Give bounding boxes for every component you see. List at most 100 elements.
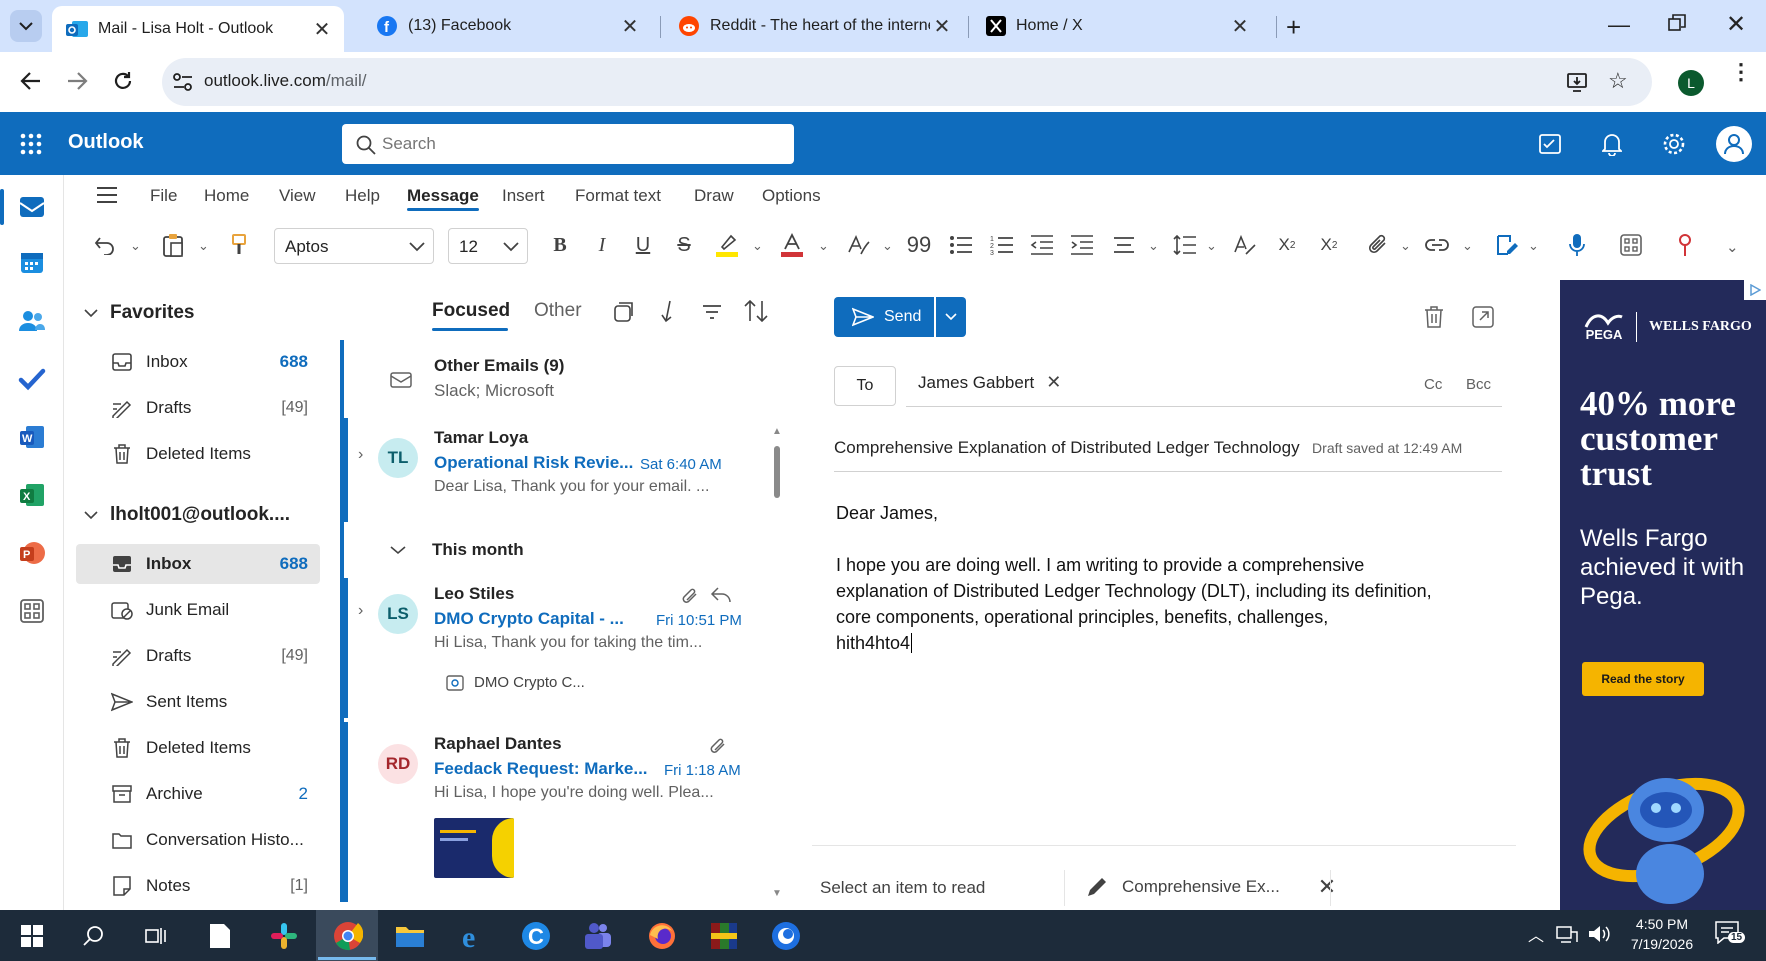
close-tab-icon[interactable]: ✕ xyxy=(310,17,334,42)
back-button[interactable] xyxy=(20,70,42,92)
app-launcher-icon[interactable] xyxy=(20,133,42,155)
apps-button[interactable] xyxy=(1614,228,1648,262)
bold-button[interactable]: B xyxy=(543,228,577,262)
calendar-app-icon[interactable] xyxy=(18,249,46,277)
taskbar-app[interactable] xyxy=(768,918,804,954)
folder-drafts[interactable]: Drafts [49] xyxy=(76,636,320,676)
menu-help[interactable]: Help xyxy=(345,186,380,206)
font-size-select[interactable]: 12 xyxy=(448,228,528,264)
browser-menu-icon[interactable]: ⋮ xyxy=(1730,61,1752,83)
my-day-icon[interactable] xyxy=(1538,133,1562,155)
install-app-icon[interactable] xyxy=(1566,71,1588,93)
expand-thread-icon[interactable]: › xyxy=(358,602,363,620)
subscript-button[interactable]: X2 xyxy=(1270,228,1304,262)
align-button[interactable] xyxy=(1107,228,1141,262)
tab-search-button[interactable] xyxy=(10,10,42,42)
format-painter-button[interactable] xyxy=(222,228,256,262)
gear-icon[interactable] xyxy=(1662,132,1686,156)
link-button[interactable] xyxy=(1420,228,1454,262)
ribbon-expand-icon[interactable]: ⌄ xyxy=(1726,238,1739,256)
taskbar-slack[interactable] xyxy=(266,918,302,954)
people-app-icon[interactable] xyxy=(18,307,46,335)
styles-button[interactable] xyxy=(842,228,876,262)
taskbar-firefox[interactable] xyxy=(644,918,680,954)
to-button[interactable]: To xyxy=(834,366,896,406)
menu-file[interactable]: File xyxy=(150,186,177,206)
taskbar-file-explorer[interactable] xyxy=(392,918,428,954)
sort-icon[interactable] xyxy=(744,300,768,322)
search-box[interactable] xyxy=(342,124,794,164)
bookmark-star-icon[interactable]: ☆ xyxy=(1608,68,1628,94)
menu-home[interactable]: Home xyxy=(204,186,249,206)
group-header-this-month[interactable]: This month xyxy=(390,540,524,560)
send-button[interactable]: Send xyxy=(834,297,934,337)
account-header[interactable]: lholt001@outlook.... xyxy=(84,504,290,526)
editor-button[interactable] xyxy=(1490,228,1524,262)
subject-field[interactable]: Comprehensive Explanation of Distributed… xyxy=(834,438,1502,472)
mail-app-icon[interactable] xyxy=(18,193,46,221)
folder-deleted-fav[interactable]: Deleted Items xyxy=(76,434,320,474)
tab-outlook[interactable]: Mail - Lisa Holt - Outlook ✕ xyxy=(52,6,344,52)
folder-deleted[interactable]: Deleted Items xyxy=(76,728,320,768)
attachment-thumbnail[interactable] xyxy=(434,818,514,878)
tab-reddit[interactable]: Reddit - The heart of the interne ✕ xyxy=(664,8,964,44)
ad-choices-icon[interactable] xyxy=(1744,280,1766,300)
bullets-button[interactable] xyxy=(944,228,978,262)
search-input[interactable] xyxy=(382,130,782,158)
folder-drafts-fav[interactable]: Drafts [49] xyxy=(76,388,320,428)
volume-icon[interactable] xyxy=(1588,924,1610,944)
jump-icon[interactable] xyxy=(660,300,676,324)
tab-x[interactable]: Home / X ✕ xyxy=(972,8,1262,44)
discard-trash-icon[interactable] xyxy=(1424,306,1444,328)
start-button[interactable] xyxy=(14,918,50,954)
close-tab-icon[interactable]: ✕ xyxy=(930,14,954,39)
italic-button[interactable]: I xyxy=(585,228,619,262)
reading-pane-status[interactable]: Select an item to read xyxy=(820,878,985,898)
menu-draw[interactable]: Draw xyxy=(694,186,734,206)
menu-options[interactable]: Options xyxy=(762,186,821,206)
attach-button[interactable] xyxy=(1362,228,1396,262)
list-item[interactable]: RD Raphael Dantes Feedack Request: Marke… xyxy=(348,734,768,884)
advertisement-panel[interactable]: PEGA WELLS FARGO 40% more customer trust… xyxy=(1560,280,1766,910)
line-spacing-button[interactable] xyxy=(1168,228,1202,262)
notifications-button[interactable]: 15 xyxy=(1714,920,1746,944)
folder-notes[interactable]: Notes [1] xyxy=(76,866,320,906)
todo-app-icon[interactable] xyxy=(18,365,46,393)
close-draft-icon[interactable]: ✕ xyxy=(1318,874,1336,900)
pop-out-icon[interactable] xyxy=(1472,306,1494,328)
menu-insert[interactable]: Insert xyxy=(502,186,545,206)
menu-message[interactable]: Message xyxy=(407,186,479,206)
attachment-chip[interactable]: DMO Crypto C... xyxy=(446,674,585,691)
close-tab-icon[interactable]: ✕ xyxy=(1228,14,1252,39)
send-options-button[interactable] xyxy=(936,297,966,337)
dictate-button[interactable] xyxy=(1560,228,1594,262)
increase-indent-button[interactable] xyxy=(1065,228,1099,262)
draft-tab[interactable]: Comprehensive Ex... ✕ xyxy=(1086,874,1336,900)
paste-button[interactable] xyxy=(156,228,190,262)
recipient-chip[interactable]: James Gabbert ✕ xyxy=(918,372,1061,393)
restore-button[interactable] xyxy=(1668,14,1686,32)
list-item[interactable]: › TL Tamar Loya Operational Risk Revie..… xyxy=(348,428,768,514)
taskbar-search-button[interactable] xyxy=(76,918,112,954)
undo-button[interactable] xyxy=(88,228,122,262)
font-name-select[interactable]: Aptos xyxy=(274,228,434,264)
folder-sent[interactable]: Sent Items xyxy=(76,682,320,722)
ad-cta-button[interactable]: Read the story xyxy=(1582,662,1704,696)
cc-button[interactable]: Cc xyxy=(1424,376,1442,393)
scroll-down-icon[interactable]: ▼ xyxy=(772,888,782,899)
decrease-indent-button[interactable] xyxy=(1025,228,1059,262)
taskbar-chrome[interactable] xyxy=(330,918,366,954)
other-emails-item[interactable]: Other Emails (9) Slack; Microsoft xyxy=(348,356,768,412)
taskbar-winrar[interactable] xyxy=(706,918,742,954)
reload-button[interactable] xyxy=(112,70,134,92)
tab-other[interactable]: Other xyxy=(534,300,582,322)
tab-focused[interactable]: Focused xyxy=(432,300,510,322)
numbering-button[interactable]: 123 xyxy=(985,228,1019,262)
clock[interactable]: 4:50 PM 7/19/2026 xyxy=(1622,914,1702,954)
underline-button[interactable]: U xyxy=(626,228,660,262)
account-avatar[interactable] xyxy=(1716,126,1752,162)
select-icon[interactable] xyxy=(614,302,634,322)
folder-conversation-history[interactable]: Conversation Histo... xyxy=(76,820,320,860)
tab-facebook[interactable]: f (13) Facebook ✕ xyxy=(362,8,652,44)
app-title[interactable]: Outlook xyxy=(68,131,144,154)
